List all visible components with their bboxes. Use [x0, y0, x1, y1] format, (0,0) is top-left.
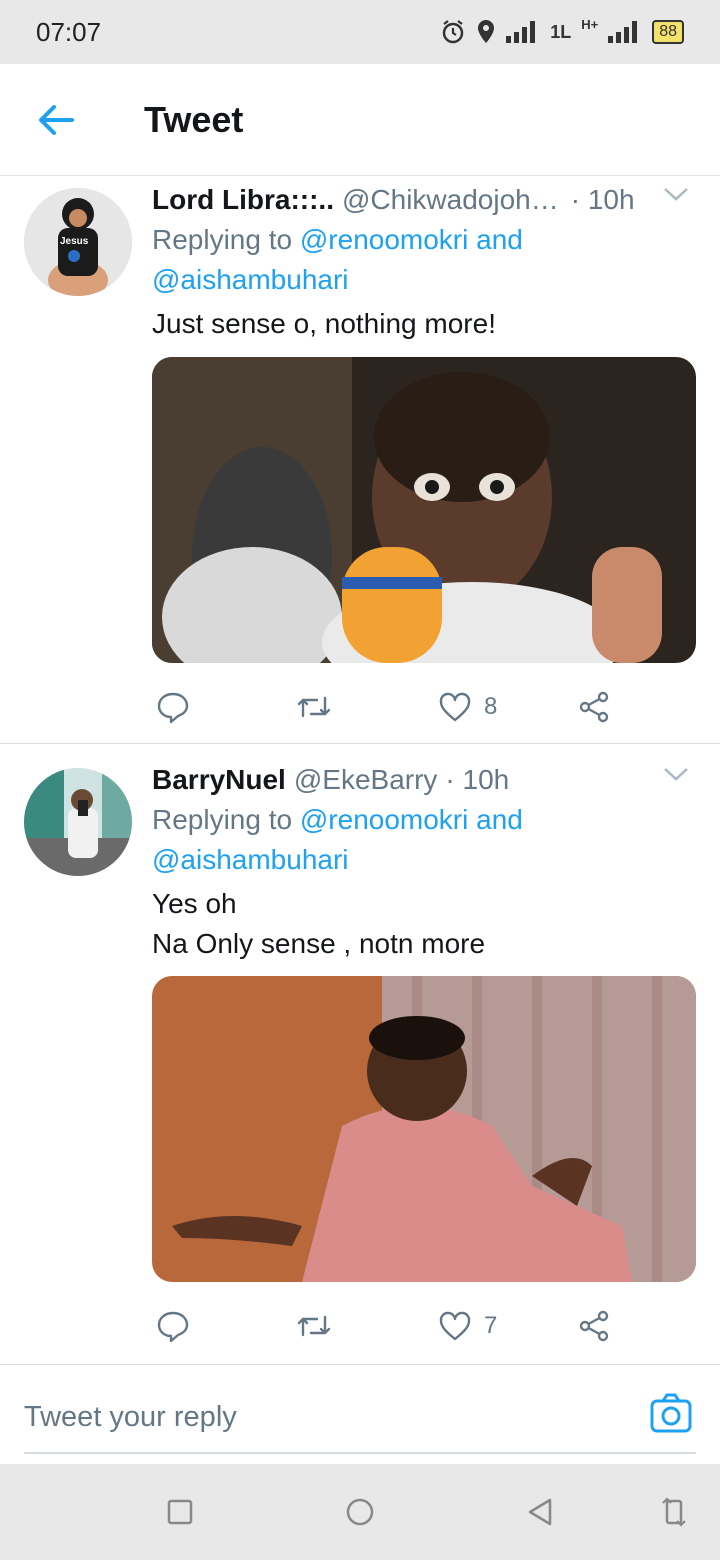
home-button[interactable] — [342, 1494, 378, 1530]
square-icon — [167, 1499, 193, 1525]
rotate-icon — [662, 1497, 686, 1527]
tweet-time: · 10h — [445, 764, 510, 795]
rotate-button[interactable] — [656, 1494, 692, 1530]
tweet-image[interactable] — [152, 357, 696, 663]
share-button[interactable] — [578, 691, 610, 723]
share-icon — [579, 1310, 609, 1342]
app-bar: Tweet — [0, 64, 720, 176]
back-nav-button[interactable] — [522, 1494, 558, 1530]
location-icon — [478, 20, 495, 43]
retweet-button[interactable] — [296, 692, 332, 722]
like-button[interactable]: 7 — [438, 1311, 497, 1341]
tweet-photo — [152, 976, 696, 1282]
alarm-icon — [442, 20, 464, 44]
tweet-photo — [152, 357, 696, 663]
chevron-down-icon[interactable] — [662, 764, 690, 784]
retweet-icon — [297, 696, 331, 718]
page-title: Tweet — [144, 98, 244, 140]
tweet-image[interactable] — [152, 976, 696, 1282]
like-button[interactable]: 8 — [438, 692, 497, 722]
tweet-body: Lord Libra:::.. @Chikwadojoh… · 10h Repl… — [152, 180, 696, 344]
tweet[interactable]: Jesus Lord Libra:::.. @Chikwadojoh… · 10… — [0, 178, 720, 743]
avatar[interactable] — [24, 768, 132, 876]
retweet-button[interactable] — [296, 1311, 332, 1341]
reply-icon — [157, 1311, 189, 1343]
mention-link[interactable]: @renoomokri and — [300, 224, 523, 255]
status-bar: 07:07 1L H+ 88 — [0, 0, 720, 64]
replying-to: Replying to @renoomokri and @aishambuhar… — [152, 800, 696, 880]
like-count: 7 — [484, 1312, 498, 1339]
replying-to: Replying to @renoomokri and @aishambuhar… — [152, 220, 696, 300]
signal-icon — [506, 21, 536, 43]
display-name[interactable]: BarryNuel — [152, 764, 286, 796]
status-icons: 1L H+ 88 — [440, 16, 684, 45]
tweet-text: Just sense o, nothing more! — [152, 304, 696, 344]
retweet-icon — [297, 1315, 331, 1337]
tweet-time: · 10h — [570, 184, 635, 215]
like-icon — [439, 1311, 471, 1341]
mention-link[interactable]: @renoomokri and — [300, 804, 523, 835]
replying-prefix: Replying to — [152, 804, 293, 835]
network-type-2: H+ — [581, 16, 599, 32]
network-type-1: 1L — [550, 21, 572, 42]
status-time: 07:07 — [36, 16, 102, 47]
display-name[interactable]: Lord Libra:::.. — [152, 184, 334, 216]
mention-link[interactable]: @aishambuhari — [152, 844, 349, 875]
circle-icon — [346, 1498, 374, 1526]
share-button[interactable] — [578, 1310, 610, 1342]
tweet-actions: 8 — [152, 683, 632, 731]
user-handle[interactable]: @Chikwadojoh… — [342, 184, 559, 216]
reply-icon — [157, 692, 189, 724]
tweet-text-line: Just sense o, nothing more! — [152, 308, 496, 339]
chevron-down-icon[interactable] — [662, 184, 690, 204]
tweet-text: Yes oh Na Only sense , notn more — [152, 884, 696, 964]
camera-icon[interactable] — [650, 1393, 692, 1433]
tweet-text-line: Yes oh — [152, 888, 237, 919]
like-count: 8 — [484, 693, 498, 720]
tweet-actions: 7 — [152, 1302, 632, 1350]
like-icon — [439, 692, 471, 722]
tweet-header: Lord Libra:::.. @Chikwadojoh… · 10h — [152, 180, 696, 220]
avatar-shirt-text: Jesus — [60, 236, 89, 247]
triangle-back-icon — [528, 1498, 552, 1526]
recents-button[interactable] — [162, 1494, 198, 1530]
tweet-text-line: Na Only sense , notn more — [152, 928, 486, 959]
replying-prefix: Replying to — [152, 224, 293, 255]
system-nav-bar — [0, 1464, 720, 1560]
avatar[interactable]: Jesus — [24, 188, 132, 296]
battery-icon: 88 — [652, 20, 684, 44]
user-handle[interactable]: @EkeBarry — [294, 764, 438, 796]
back-arrow-icon — [39, 104, 74, 135]
reply-button[interactable] — [156, 1309, 190, 1343]
tweet-body: BarryNuel @EkeBarry · 10h Replying to @r… — [152, 760, 696, 964]
tweet[interactable]: BarryNuel @EkeBarry · 10h Replying to @r… — [0, 744, 720, 1362]
reply-input[interactable]: Tweet your reply — [24, 1401, 237, 1434]
reply-composer: Tweet your reply — [0, 1364, 720, 1464]
reply-button[interactable] — [156, 690, 190, 724]
input-underline — [24, 1452, 696, 1454]
signal-icon-2 — [608, 21, 638, 43]
avatar-image — [24, 768, 132, 876]
back-button[interactable] — [28, 92, 84, 148]
tweet-header: BarryNuel @EkeBarry · 10h — [152, 760, 696, 800]
mention-link[interactable]: @aishambuhari — [152, 264, 349, 295]
share-icon — [579, 691, 609, 723]
